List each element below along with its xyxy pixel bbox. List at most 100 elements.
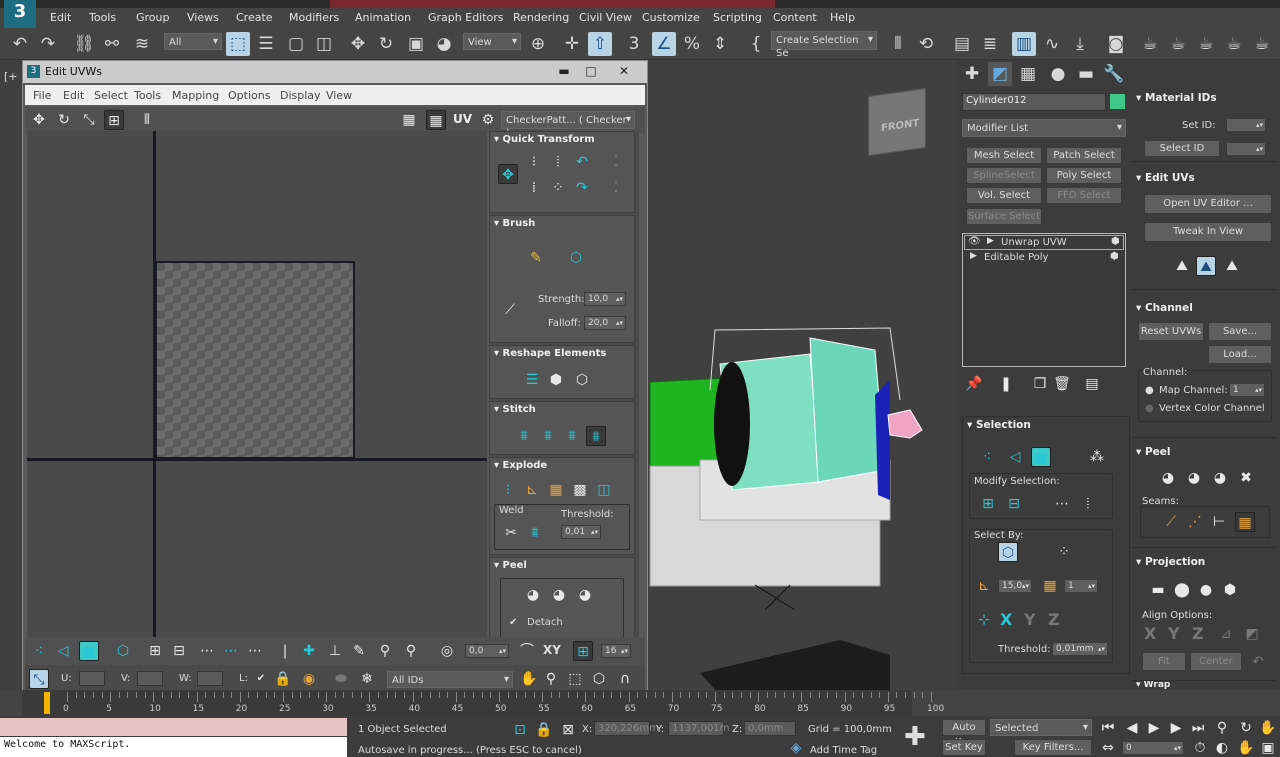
paint-grow-icon[interactable]: ⚲: [375, 641, 395, 661]
loop-shrink-icon[interactable]: ⋯: [245, 641, 265, 661]
vertex-color-radio[interactable]: ●: [1145, 403, 1154, 414]
reset-uvws-button[interactable]: Reset UVWs: [1138, 322, 1204, 341]
save-button[interactable]: Save...: [1208, 322, 1272, 341]
cylindrical-map-icon[interactable]: ⬤: [1172, 580, 1192, 600]
time-tag-icon[interactable]: ◈: [786, 738, 806, 757]
center-button[interactable]: Center: [1190, 652, 1242, 671]
menu-scripting[interactable]: Scripting: [713, 11, 762, 24]
material-editor-icon[interactable]: ◙: [1104, 32, 1128, 56]
render-setup-icon[interactable]: ☕: [1138, 32, 1162, 56]
go-to-end-icon[interactable]: ⏭: [1188, 718, 1208, 738]
scale-icon[interactable]: ⤡: [79, 110, 99, 130]
move-icon[interactable]: ✥: [29, 110, 49, 130]
ring-grow-icon[interactable]: ✚: [299, 641, 319, 661]
toggle-ribbon-icon[interactable]: ▥: [1012, 32, 1036, 56]
peel-title[interactable]: Peel: [1136, 446, 1171, 458]
element-mode-icon[interactable]: ⬡: [113, 641, 133, 661]
peel-mode-icon[interactable]: ◕: [1184, 468, 1204, 488]
relax-brush-icon[interactable]: ⬡: [566, 248, 586, 268]
object-name-field[interactable]: Cylinder012: [962, 93, 1106, 111]
reset-projection-icon[interactable]: ↶: [1248, 652, 1268, 672]
flatten-by-id-icon[interactable]: ⊾: [522, 480, 542, 500]
edit-named-selection-icon[interactable]: {: [744, 32, 768, 56]
detach-checkbox[interactable]: ✔: [509, 617, 517, 628]
scene-explorer-icon[interactable]: ▤: [950, 32, 974, 56]
zoom-extents-icon[interactable]: ⬡: [589, 669, 609, 689]
patch-select-button[interactable]: Patch Select: [1046, 147, 1122, 164]
quick-peel-icon[interactable]: ◕: [523, 585, 543, 605]
spline-select-button[interactable]: SplineSelect: [966, 167, 1042, 184]
grid-size-spinner[interactable]: 16: [601, 644, 631, 658]
shrink-selection-icon[interactable]: ⊟: [169, 641, 189, 661]
orbit-icon[interactable]: ↻: [1236, 718, 1256, 738]
paint-shrink-icon[interactable]: ⚲: [401, 641, 421, 661]
maximize-icon[interactable]: □: [578, 63, 604, 79]
strength-spinner[interactable]: 10,0: [584, 292, 626, 306]
select-id-spinner[interactable]: [1226, 142, 1266, 156]
pivot-center-icon[interactable]: ⊕: [526, 32, 550, 56]
rotate-angle-spinner[interactable]: 0,0: [465, 644, 509, 658]
edit-uvs-title[interactable]: Edit UVs: [1136, 172, 1195, 184]
uv-menu-mapping[interactable]: Mapping: [172, 89, 219, 102]
id-spinner[interactable]: 1: [1064, 579, 1098, 593]
menu-tools[interactable]: Tools: [89, 11, 116, 24]
checker-toggle-icon[interactable]: ▦: [426, 110, 446, 130]
place-icon[interactable]: ◕: [432, 32, 456, 56]
bind-space-warp-icon[interactable]: ≋: [130, 32, 154, 56]
freeze-icon[interactable]: ⬬: [331, 669, 351, 689]
explode-title[interactable]: Explode: [494, 460, 548, 471]
peel-mode-icon[interactable]: ◕: [549, 585, 569, 605]
schematic-view-icon[interactable]: ⤓: [1068, 32, 1092, 56]
edge-sel-to-seams-icon[interactable]: ⋰: [1185, 512, 1205, 532]
align-icon[interactable]: ⟲: [914, 32, 938, 56]
minimize-icon[interactable]: ▬: [551, 63, 577, 79]
load-button[interactable]: Load...: [1208, 345, 1272, 364]
mesh-select-button[interactable]: Mesh Select: [966, 147, 1042, 164]
create-tab-icon[interactable]: ✚: [960, 62, 984, 86]
v-field[interactable]: [137, 671, 163, 686]
box-map-icon[interactable]: ⬢: [1220, 580, 1240, 600]
quick-planar-icon[interactable]: ⛰: [1172, 256, 1192, 276]
align-to-view-icon[interactable]: ⊿: [1216, 624, 1236, 644]
threshold-spinner[interactable]: 0,01mm: [1052, 642, 1108, 656]
align-horizontal-icon[interactable]: ⁝: [524, 152, 544, 172]
flatten-icon[interactable]: ◫: [594, 480, 614, 500]
angle-snap-icon[interactable]: ∠: [652, 32, 676, 56]
flatten-by-material-icon[interactable]: ▩: [570, 480, 590, 500]
align-y-button[interactable]: Y: [1168, 624, 1180, 643]
percent-snap-icon[interactable]: %: [680, 32, 704, 56]
spherical-map-icon[interactable]: ●: [1196, 580, 1216, 600]
best-align-icon[interactable]: ◩: [1242, 624, 1262, 644]
vertex-mode-icon[interactable]: ⁖: [29, 641, 49, 661]
weld-target-icon[interactable]: ⩩: [525, 523, 545, 543]
set-id-spinner[interactable]: [1226, 118, 1266, 132]
grow-icon[interactable]: ⊞: [978, 494, 998, 514]
select-by-name-icon[interactable]: ☰: [254, 32, 278, 56]
rotate-icon[interactable]: ↻: [54, 110, 74, 130]
eye-icon[interactable]: 👁: [968, 236, 981, 247]
falloff-spinner[interactable]: 20,0: [584, 316, 626, 330]
key-mode-toggle-icon[interactable]: ⇔: [1098, 738, 1118, 757]
flatten-by-smoothing-icon[interactable]: ▦: [546, 480, 566, 500]
uv-menu-file[interactable]: File: [33, 89, 51, 102]
channel-title[interactable]: Channel: [1136, 302, 1193, 314]
rotate-plus-icon[interactable]: ↶: [572, 152, 592, 172]
menu-views[interactable]: Views: [187, 11, 219, 24]
pan-icon[interactable]: ✋: [519, 669, 539, 689]
select-by-id-icon[interactable]: ▦: [1040, 576, 1060, 596]
material-ids-title[interactable]: Material IDs: [1136, 92, 1217, 104]
window-crossing-icon[interactable]: ◫: [312, 32, 336, 56]
fit-button[interactable]: Fit: [1142, 652, 1186, 671]
break-icon[interactable]: ⁝: [498, 480, 518, 500]
relax-icon[interactable]: ⬢: [546, 370, 566, 390]
seams-to-selection-icon[interactable]: ▦: [1235, 512, 1255, 532]
texture-dropdown[interactable]: CheckerPatt... ( Checker ): [501, 111, 635, 139]
select-object-icon[interactable]: ⬚: [226, 32, 250, 56]
stitch-custom-icon[interactable]: ⩩: [514, 426, 534, 446]
expand-icon[interactable]: ▶: [987, 236, 994, 246]
align-map-icon[interactable]: ⛰: [1222, 256, 1242, 276]
mirror-icon[interactable]: ⫴: [137, 110, 157, 130]
grid-snap-icon[interactable]: ⊞: [573, 641, 593, 661]
mirror-z-button[interactable]: Z: [1048, 610, 1060, 629]
zoom-region-icon[interactable]: ⬚: [565, 669, 585, 689]
